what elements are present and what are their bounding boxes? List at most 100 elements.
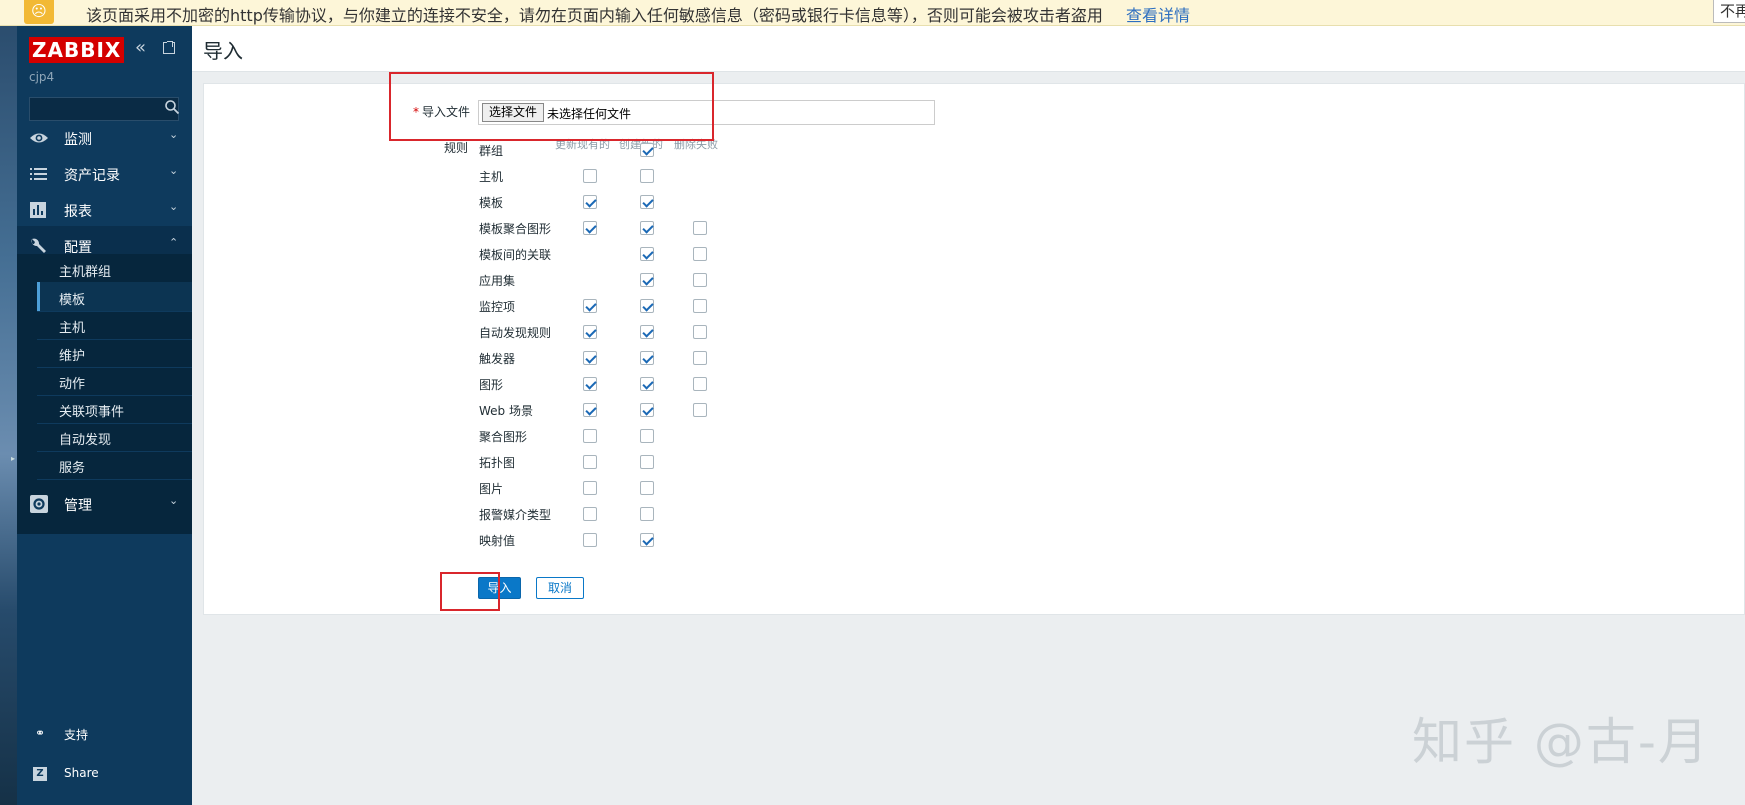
submenu-item-correlation[interactable]: 关联项事件: [37, 394, 192, 424]
checkbox-create[interactable]: [640, 403, 654, 417]
gear-icon: [30, 495, 48, 513]
submenu-item-hosts[interactable]: 主机: [37, 310, 192, 340]
checkbox-create[interactable]: [640, 169, 654, 183]
checkbox-update[interactable]: [583, 377, 597, 391]
support-link[interactable]: ⚭ 支持: [17, 720, 192, 748]
kiosk-mode-icon[interactable]: [163, 41, 175, 54]
checkbox-update[interactable]: [583, 299, 597, 313]
checkbox-create[interactable]: [640, 195, 654, 209]
checkbox-create[interactable]: [640, 299, 654, 313]
menu-inventory[interactable]: 资产记录 ⌄: [17, 154, 192, 194]
list-icon: [30, 168, 47, 180]
chevron-down-icon: ⌄: [169, 164, 179, 177]
checkbox-create[interactable]: [640, 533, 654, 547]
submenu-item-maintenance[interactable]: 维护: [37, 338, 192, 368]
checkbox-update[interactable]: [583, 325, 597, 339]
menu-label: 报表: [64, 204, 92, 220]
desktop-wallpaper: [0, 26, 17, 805]
checkbox-delete[interactable]: [693, 377, 707, 391]
checkbox-delete[interactable]: [693, 351, 707, 365]
checkbox-create[interactable]: [640, 143, 654, 157]
server-name: cjp4: [29, 70, 55, 84]
checkbox-delete[interactable]: [693, 299, 707, 313]
share-link[interactable]: Z Share: [17, 760, 192, 788]
checkbox-update[interactable]: [583, 481, 597, 495]
submenu-item-host-groups[interactable]: 主机群组: [37, 254, 192, 284]
search-icon[interactable]: [164, 99, 180, 115]
submenu-label: 维护: [59, 349, 86, 364]
checkbox-create[interactable]: [640, 351, 654, 365]
submenu-label: 模板: [59, 293, 86, 308]
checkbox-update[interactable]: [583, 221, 597, 235]
submenu-label: 动作: [59, 377, 86, 392]
menu-monitoring[interactable]: 监测 ⌄: [17, 118, 192, 158]
checkbox-update[interactable]: [583, 403, 597, 417]
page-title: 导入: [203, 39, 243, 63]
checkbox-create[interactable]: [640, 221, 654, 235]
checkbox-update[interactable]: [583, 507, 597, 521]
submenu-label: 自动发现: [59, 433, 112, 448]
rule-name: 模板间的关联: [479, 248, 552, 262]
import-form: *导入文件 选择文件 未选择任何文件 规则 更新现有的 创建新的 删除失败 群组…: [203, 83, 1745, 615]
rule-name: 群组: [479, 144, 504, 158]
checkbox-update[interactable]: [583, 169, 597, 183]
share-z-icon: Z: [33, 767, 47, 781]
menu-reports[interactable]: 报表 ⌄: [17, 190, 192, 230]
checkbox-update[interactable]: [583, 351, 597, 365]
footer-label: Share: [64, 766, 99, 780]
rule-name: 模板聚合图形: [479, 222, 552, 236]
sidebar: ZABBIX « cjp4 监测 ⌄ 资产记录 ⌄ 报表 ⌄ 配置 ⌃ 主机群组…: [17, 26, 192, 805]
checkbox-create[interactable]: [640, 377, 654, 391]
chevron-up-icon: ⌃: [169, 236, 179, 249]
collapse-sidebar-icon[interactable]: «: [135, 37, 146, 58]
rule-name: 图片: [479, 482, 504, 496]
submenu-item-actions[interactable]: 动作: [37, 366, 192, 396]
checkbox-delete[interactable]: [693, 221, 707, 235]
rule-name: 报警媒介类型: [479, 508, 552, 522]
rule-name: 聚合图形: [479, 430, 528, 444]
headset-icon: ⚭: [34, 726, 46, 740]
splitter-handle-icon[interactable]: ▸: [11, 454, 15, 463]
rules-label: 规则: [444, 141, 469, 155]
checkbox-delete[interactable]: [693, 403, 707, 417]
rule-name: 拓扑图: [479, 456, 516, 470]
footer-label: 支持: [64, 728, 89, 742]
checkbox-create[interactable]: [640, 273, 654, 287]
checkbox-create[interactable]: [640, 247, 654, 261]
warning-text: 该页面采用不加密的http传输协议，与你建立的连接不安全，请勿在页面内输入任何敏…: [86, 6, 1103, 25]
rule-name: 图形: [479, 378, 504, 392]
checkbox-delete[interactable]: [693, 273, 707, 287]
bar-chart-icon: [30, 202, 46, 218]
submenu-label: 关联项事件: [59, 405, 125, 420]
eye-icon: [30, 133, 48, 143]
menu-label: 管理: [64, 498, 92, 514]
submenu-item-discovery[interactable]: 自动发现: [37, 422, 192, 452]
page-header: 导入: [192, 26, 1745, 72]
checkbox-create[interactable]: [640, 429, 654, 443]
zabbix-logo[interactable]: ZABBIX: [29, 37, 125, 63]
checkbox-update[interactable]: [583, 455, 597, 469]
cancel-button[interactable]: 取消: [536, 577, 584, 599]
dismiss-button[interactable]: 不再: [1713, 0, 1745, 23]
submenu-item-services[interactable]: 服务: [37, 450, 192, 480]
rule-name: 监控项: [479, 300, 516, 314]
warning-icon: ☹: [24, 0, 54, 24]
menu-administration[interactable]: 管理 ⌄: [17, 484, 192, 524]
view-details-link[interactable]: 查看详情: [1126, 2, 1190, 26]
checkbox-update[interactable]: [583, 533, 597, 547]
checkbox-create[interactable]: [640, 507, 654, 521]
submenu-item-templates[interactable]: 模板: [37, 282, 192, 312]
checkbox-delete[interactable]: [693, 247, 707, 261]
checkbox-delete[interactable]: [693, 325, 707, 339]
checkbox-update[interactable]: [583, 429, 597, 443]
rule-name: 映射值: [479, 534, 516, 548]
menu-label: 资产记录: [64, 168, 120, 184]
checkbox-create[interactable]: [640, 481, 654, 495]
checkbox-create[interactable]: [640, 325, 654, 339]
rule-name: 自动发现规则: [479, 326, 552, 340]
chevron-down-icon: ⌄: [169, 494, 179, 507]
rule-name: 应用集: [479, 274, 516, 288]
checkbox-create[interactable]: [640, 455, 654, 469]
rule-name: 模板: [479, 196, 504, 210]
checkbox-update[interactable]: [583, 195, 597, 209]
